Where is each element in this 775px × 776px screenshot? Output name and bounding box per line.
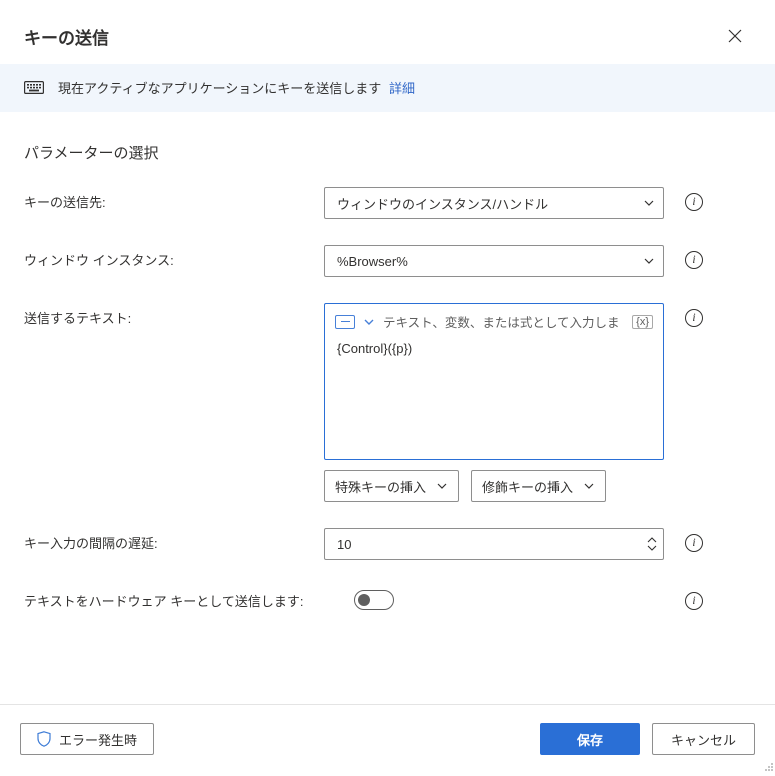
- delay-value: 10: [337, 537, 351, 552]
- dialog-header: キーの送信: [0, 0, 775, 64]
- info-banner: 現在アクティブなアプリケーションにキーを送信します 詳細: [0, 64, 775, 112]
- info-icon[interactable]: i: [685, 592, 703, 610]
- hardware-toggle[interactable]: [354, 590, 394, 610]
- dialog-footer: エラー発生時 保存 キャンセル: [0, 704, 775, 773]
- delay-input[interactable]: 10: [324, 528, 664, 560]
- spinner-buttons[interactable]: [647, 537, 657, 551]
- window-instance-value: %Browser%: [337, 254, 408, 269]
- info-icon[interactable]: i: [685, 251, 703, 269]
- variable-picker-button[interactable]: {x}: [632, 315, 653, 329]
- row-delay: キー入力の間隔の遅延: 10 i: [24, 528, 751, 560]
- send-to-value: ウィンドウのインスタンス/ハンドル: [337, 194, 548, 213]
- text-to-send-input[interactable]: {Control}({p}): [325, 337, 663, 459]
- resize-handle[interactable]: [761, 759, 775, 773]
- row-text-to-send: 送信するテキスト: テキスト、変数、または式として入力しま {x} {Contr…: [24, 303, 751, 502]
- window-instance-select[interactable]: %Browser%: [324, 245, 664, 277]
- info-icon[interactable]: i: [685, 534, 703, 552]
- shield-icon: [37, 731, 51, 747]
- send-to-select[interactable]: ウィンドウのインスタンス/ハンドル: [324, 187, 664, 219]
- text-field-toolbar: テキスト、変数、または式として入力しま {x}: [325, 304, 663, 337]
- section-title: パラメーターの選択: [24, 142, 751, 163]
- send-keys-dialog: キーの送信 現在アクティブなアプリケーションにキーを送信します 詳細 パラメータ…: [0, 0, 775, 773]
- text-to-send-field[interactable]: テキスト、変数、または式として入力しま {x} {Control}({p}): [324, 303, 664, 460]
- banner-text: 現在アクティブなアプリケーションにキーを送信します 詳細: [58, 78, 415, 97]
- details-link[interactable]: 詳細: [389, 81, 415, 96]
- cancel-button[interactable]: キャンセル: [652, 723, 755, 755]
- info-icon[interactable]: i: [685, 193, 703, 211]
- insert-modifier-key-button[interactable]: 修飾キーの挿入: [471, 470, 606, 502]
- keyboard-icon: [24, 81, 44, 94]
- chevron-down-icon: [583, 480, 595, 492]
- chevron-down-icon: [436, 480, 448, 492]
- row-hardware-toggle: テキストをハードウェア キーとして送信します: i: [24, 586, 751, 612]
- close-button[interactable]: [719, 20, 751, 52]
- chevron-down-icon: [647, 545, 657, 551]
- chevron-up-icon: [647, 537, 657, 543]
- toggle-knob: [358, 594, 370, 606]
- row-send-to: キーの送信先: ウィンドウのインスタンス/ハンドル i: [24, 187, 751, 219]
- window-instance-label: ウィンドウ インスタンス:: [24, 245, 324, 271]
- text-mode-icon[interactable]: [335, 315, 355, 329]
- chevron-down-icon: [643, 197, 655, 209]
- insert-special-key-button[interactable]: 特殊キーの挿入: [324, 470, 459, 502]
- text-to-send-label: 送信するテキスト:: [24, 303, 324, 329]
- insert-buttons: 特殊キーの挿入 修飾キーの挿入: [324, 470, 664, 502]
- chevron-down-icon: [643, 255, 655, 267]
- close-icon: [728, 29, 742, 43]
- chevron-down-icon[interactable]: [363, 316, 375, 328]
- hardware-label: テキストをハードウェア キーとして送信します:: [24, 586, 354, 612]
- row-window-instance: ウィンドウ インスタンス: %Browser% i: [24, 245, 751, 277]
- on-error-button[interactable]: エラー発生時: [20, 723, 154, 755]
- text-field-placeholder: テキスト、変数、または式として入力しま: [383, 312, 624, 331]
- save-button[interactable]: 保存: [540, 723, 640, 755]
- send-to-label: キーの送信先:: [24, 187, 324, 213]
- dialog-body: パラメーターの選択 キーの送信先: ウィンドウのインスタンス/ハンドル i ウィ…: [0, 112, 775, 704]
- info-icon[interactable]: i: [685, 309, 703, 327]
- dialog-title: キーの送信: [24, 24, 109, 49]
- delay-label: キー入力の間隔の遅延:: [24, 528, 324, 554]
